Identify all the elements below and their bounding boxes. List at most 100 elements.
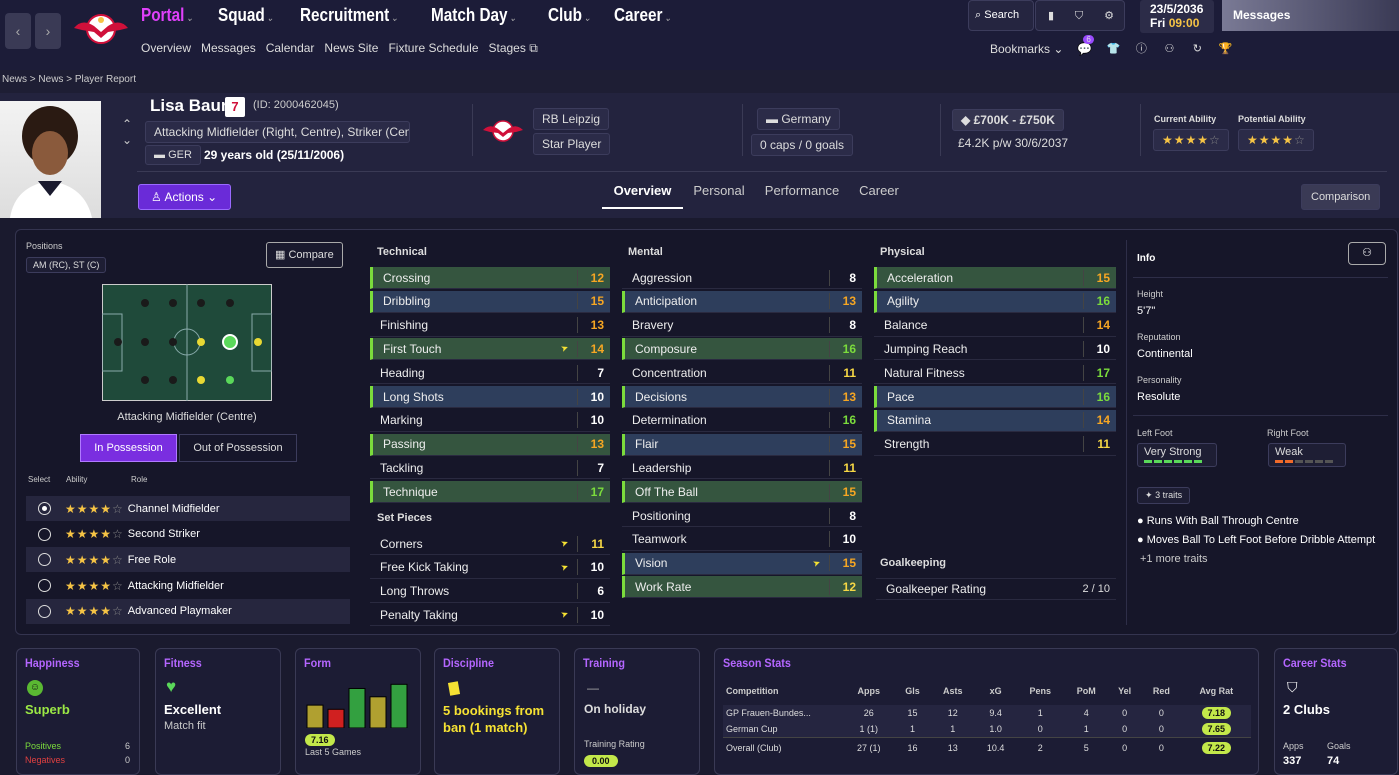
attribute-row[interactable]: Decisions 13: [622, 386, 862, 408]
bookmarks-dropdown[interactable]: Bookmarks ⌄: [990, 42, 1063, 56]
gear-icon[interactable]: ⚙: [1102, 9, 1116, 23]
attribute-row[interactable]: Bravery 8: [622, 315, 862, 337]
attribute-row[interactable]: Off The Ball 15: [622, 481, 862, 504]
role-radio[interactable]: [38, 579, 51, 593]
attribute-row[interactable]: Concentration 11: [622, 362, 862, 385]
attribute-row[interactable]: Positioning 8: [622, 505, 862, 527]
traits-chip[interactable]: ✦ 3 traits: [1137, 487, 1191, 504]
attribute-row[interactable]: Balance 14: [874, 315, 1116, 337]
attribute-row[interactable]: Composure 16: [622, 338, 862, 361]
attribute-row[interactable]: Finishing 13: [370, 315, 610, 337]
people-icon[interactable]: ⚇: [1162, 42, 1176, 56]
nav-recruitment[interactable]: Recruitment ⌄: [300, 5, 398, 26]
happiness-panel[interactable]: Happiness ☺ Superb Positives 6 Negatives…: [16, 648, 140, 775]
attribute-row[interactable]: Teamwork 10: [622, 529, 862, 551]
attribute-row[interactable]: Determination 16: [622, 410, 862, 432]
profile-icon[interactable]: ⚇: [1348, 242, 1386, 265]
attribute-row[interactable]: Marking 10: [370, 410, 610, 432]
subnav-calendar[interactable]: Calendar: [266, 41, 315, 56]
forward-button[interactable]: ›: [35, 13, 61, 49]
attribute-row[interactable]: Long Shots 10: [370, 386, 610, 408]
player-nav-arrows[interactable]: ⌃ ⌄: [122, 116, 132, 148]
role-row[interactable]: ★★★★☆ Second Striker: [26, 522, 350, 547]
attribute-row[interactable]: Anticipation 13: [622, 290, 862, 313]
role-row[interactable]: ★★★★☆ Attacking Midfielder: [26, 573, 350, 598]
tab-personal[interactable]: Personal: [683, 182, 755, 209]
attribute-row[interactable]: Stamina 14: [874, 409, 1116, 432]
attribute-row[interactable]: Jumping Reach 10: [874, 338, 1116, 361]
out-of-possession-button[interactable]: Out of Possession: [179, 434, 297, 462]
role-row[interactable]: ★★★★☆ Free Role: [26, 547, 350, 573]
subnav-messages[interactable]: Messages: [201, 41, 256, 56]
subnav-news-site[interactable]: News Site: [324, 41, 378, 56]
attribute-row[interactable]: Work Rate 12: [622, 576, 862, 599]
refresh-icon[interactable]: ↻: [1190, 42, 1204, 56]
attribute-row[interactable]: Penalty Taking ➤ 10: [370, 604, 610, 627]
nation-chip[interactable]: ▬ Germany: [757, 108, 840, 130]
nav-portal[interactable]: Portal ⌄: [141, 5, 193, 26]
compare-button[interactable]: ▦ Compare: [266, 242, 343, 268]
attribute-row[interactable]: Agility 16: [874, 290, 1116, 313]
comparison-button[interactable]: Comparison: [1301, 184, 1381, 210]
subnav-overview[interactable]: Overview: [141, 41, 191, 56]
role-radio[interactable]: [38, 553, 51, 567]
attribute-row[interactable]: Natural Fitness 17: [874, 362, 1116, 385]
attribute-row[interactable]: First Touch ➤ 14: [370, 338, 610, 361]
attribute-row[interactable]: Leadership 11: [622, 457, 862, 480]
tab-overview[interactable]: Overview: [602, 182, 683, 209]
search-button[interactable]: ⌕ Search: [968, 0, 1034, 31]
season-stats-panel[interactable]: Season Stats Competition Apps Gls Asts xG Pen…: [714, 648, 1259, 775]
role-row[interactable]: ★★★★☆ Advanced Playmaker: [26, 598, 350, 624]
info-icon[interactable]: ⓘ: [1134, 42, 1148, 56]
nav-club[interactable]: Club ⌄: [548, 5, 591, 26]
attribute-row[interactable]: Technique 17: [370, 481, 610, 504]
club-chip[interactable]: RB Leipzig: [533, 108, 610, 130]
attribute-row[interactable]: Aggression 8: [622, 267, 862, 289]
shirt-icon[interactable]: 👕: [1106, 42, 1121, 56]
nav-squad[interactable]: Squad ⌄: [218, 5, 274, 26]
tab-performance[interactable]: Performance: [755, 182, 849, 209]
back-button[interactable]: ‹: [5, 13, 31, 49]
role-radio[interactable]: [38, 604, 51, 618]
shield-icon[interactable]: ⛉: [1072, 9, 1086, 23]
attribute-row[interactable]: Long Throws 6: [370, 581, 610, 603]
career-stats-panel[interactable]: Career Stats ⛉ 2 Clubs Apps 337 Goals 74: [1274, 648, 1398, 775]
tab-career[interactable]: Career: [849, 182, 909, 209]
discipline-panel[interactable]: Discipline 5 bookings from ban (1 match): [434, 648, 560, 775]
nav-match-day[interactable]: Match Day ⌄: [431, 5, 516, 26]
training-panel[interactable]: Training — On holiday Training Rating 0.…: [574, 648, 700, 775]
attribute-row[interactable]: Strength 11: [874, 434, 1116, 456]
table-row[interactable]: German Cup 1 (1) 1 1 1.0 0 1 0 0 7.65: [723, 721, 1251, 737]
attribute-row[interactable]: Flair 15: [622, 433, 862, 456]
role-row[interactable]: ★★★★☆ Channel Midfielder: [26, 496, 350, 521]
attribute-row[interactable]: Acceleration 15: [874, 267, 1116, 289]
role-radio[interactable]: [38, 502, 51, 515]
role-radio[interactable]: [38, 527, 51, 541]
chat-icon[interactable]: 💬 6: [1077, 35, 1094, 56]
attribute-row[interactable]: Passing 13: [370, 433, 610, 456]
attribute-row[interactable]: Dribbling 15: [370, 290, 610, 313]
more-traits-link[interactable]: +1 more traits: [1140, 553, 1208, 565]
attribute-row[interactable]: Free Kick Taking ➤ 10: [370, 557, 610, 579]
table-row[interactable]: Overall (Club) 27 (1) 16 13 10.4 2 5 0 0 7.22: [723, 737, 1251, 759]
form-panel[interactable]: Form 7.16 Last 5 Games: [295, 648, 421, 775]
table-row[interactable]: GP Frauen-Bundes... 26 15 12 9.4 1 4 0 0 7.18: [723, 705, 1251, 721]
attribute-row[interactable]: Pace 16: [874, 386, 1116, 408]
trophy-icon[interactable]: 🏆: [1218, 42, 1233, 56]
nav-career[interactable]: Career ⌄: [614, 5, 671, 26]
date-time[interactable]: 23/5/2036 Fri 09:00: [1140, 0, 1214, 33]
attribute-row[interactable]: Tackling 7: [370, 457, 610, 480]
in-possession-button[interactable]: In Possession: [80, 434, 177, 462]
messages-panel[interactable]: Messages: [1222, 0, 1399, 31]
fitness-panel[interactable]: Fitness ♥ Excellent Match fit: [155, 648, 281, 775]
subnav-stages[interactable]: Stages ⧉: [489, 41, 538, 56]
subnav-fixture-schedule[interactable]: Fixture Schedule: [388, 41, 478, 56]
actions-button[interactable]: ♙ Actions ⌄: [138, 184, 231, 210]
attribute-row[interactable]: Vision ➤ 15: [622, 552, 862, 575]
attribute-row[interactable]: Corners ➤ 11: [370, 533, 610, 555]
attribute-row[interactable]: Crossing 12: [370, 267, 610, 289]
attribute-row[interactable]: Heading 7: [370, 362, 610, 385]
crumb-news-2[interactable]: News: [38, 74, 63, 85]
bookmark-icon[interactable]: ▮: [1044, 9, 1058, 23]
crumb-news[interactable]: News: [2, 74, 27, 85]
